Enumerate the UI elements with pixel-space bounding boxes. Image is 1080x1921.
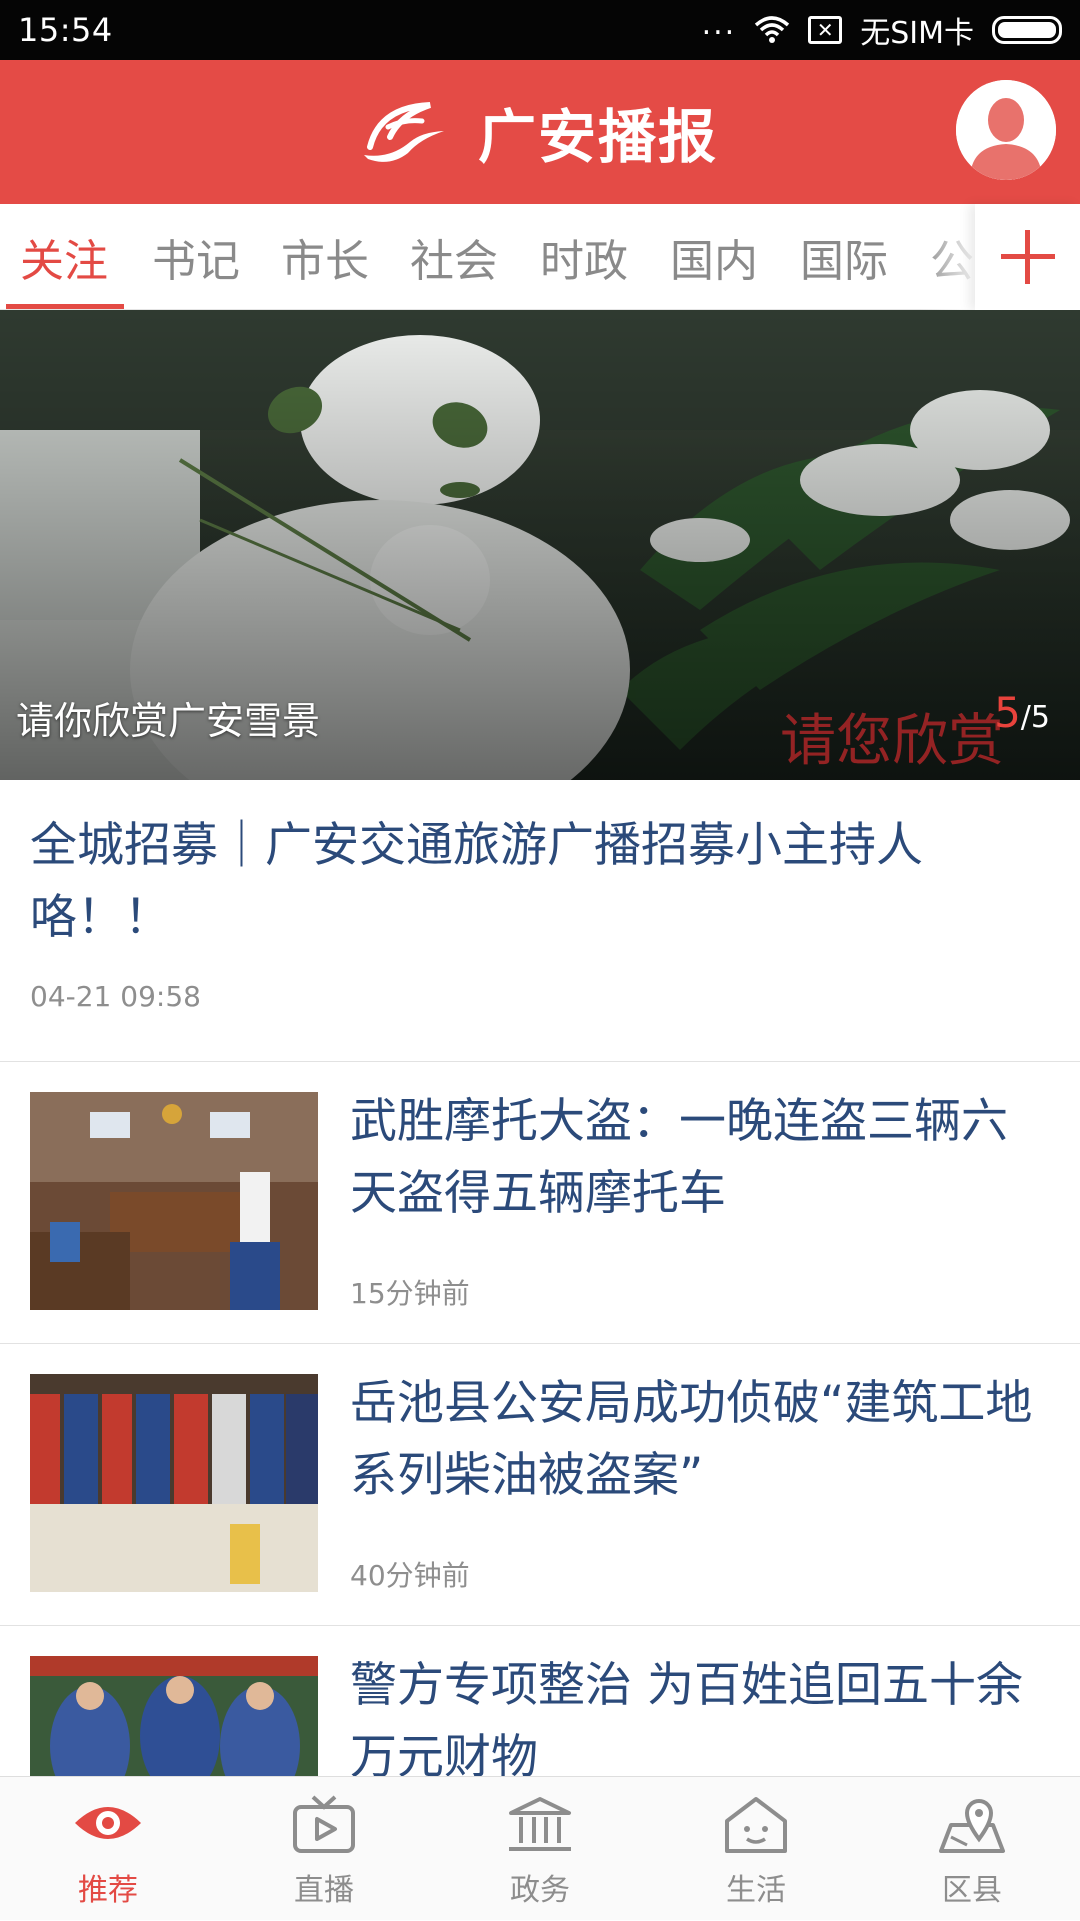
nav-label: 推荐 bbox=[78, 1873, 138, 1908]
list-item[interactable]: 警方专项整治 为百姓追回五十余万元财物 bbox=[0, 1626, 1080, 1776]
nav-label: 生活 bbox=[726, 1873, 786, 1908]
banner-counter-total: /5 bbox=[1020, 700, 1050, 735]
app-title: 广安播报 bbox=[478, 103, 719, 171]
list-item[interactable]: 岳池县公安局成功侦破“建筑工地系列柴油被盗案” 40分钟前 bbox=[0, 1344, 1080, 1626]
nav-zhengwu[interactable]: 政务 bbox=[432, 1777, 648, 1921]
government-building-icon bbox=[509, 1797, 571, 1851]
add-category-button[interactable] bbox=[975, 204, 1080, 310]
banner-watermark: 请您欣赏 bbox=[780, 709, 1004, 774]
swoosh-logo bbox=[364, 102, 444, 162]
feature-article[interactable]: 全城招募｜广安交通旅游广播招募小主持人咯！！ 04-21 09:58 bbox=[0, 780, 1080, 1062]
nav-quxian[interactable]: 区县 bbox=[864, 1777, 1080, 1921]
nav-zhibo[interactable]: 直播 bbox=[216, 1777, 432, 1921]
active-tab-indicator bbox=[6, 304, 124, 309]
nav-shenghuo[interactable]: 生活 bbox=[648, 1777, 864, 1921]
tab-guanzhu[interactable]: 关注 bbox=[20, 204, 108, 310]
user-avatar-icon[interactable] bbox=[956, 80, 1056, 180]
no-sim-icon: ✕ bbox=[808, 16, 843, 44]
news-title: 警方专项整治 为百姓追回五十余万元财物 bbox=[350, 1658, 1023, 1776]
more-dots-icon: ... bbox=[701, 6, 737, 42]
news-time: 15分钟前 bbox=[350, 1277, 470, 1310]
feature-title: 全城招募｜广安交通旅游广播招募小主持人咯！！ bbox=[30, 818, 923, 945]
brand: 广安播报 bbox=[360, 86, 718, 178]
status-icons: ... ✕ 无SIM卡 bbox=[701, 6, 1062, 52]
battery-icon bbox=[992, 16, 1062, 44]
map-pin-icon bbox=[939, 1799, 1005, 1853]
tab-guonei[interactable]: 国内 bbox=[670, 204, 758, 310]
news-title: 武胜摩托大盗：一晚连盗三辆六天盗得五辆摩托车 bbox=[350, 1094, 1008, 1221]
sim-status: 无SIM卡 bbox=[860, 16, 974, 51]
bottom-nav: 推荐 直播 政务 生活 区县 bbox=[0, 1776, 1080, 1920]
nav-label: 政务 bbox=[510, 1873, 570, 1908]
category-tabs: 关注 书记 市长 社会 时政 国内 国际 公 bbox=[0, 204, 1080, 310]
nav-tuijian[interactable]: 推荐 bbox=[0, 1777, 216, 1921]
tab-shizhang[interactable]: 市长 bbox=[281, 204, 369, 310]
plus-icon bbox=[1001, 230, 1055, 284]
status-time: 15:54 bbox=[18, 11, 113, 49]
news-thumbnail bbox=[30, 1374, 318, 1592]
list-item[interactable]: 武胜摩托大盗：一晚连盗三辆六天盗得五辆摩托车 15分钟前 bbox=[0, 1062, 1080, 1344]
home-face-icon bbox=[725, 1797, 787, 1853]
news-time: 40分钟前 bbox=[350, 1559, 470, 1592]
app-header: 广安播报 bbox=[0, 60, 1080, 204]
tab-guoji[interactable]: 国际 bbox=[800, 204, 888, 310]
banner-counter-current: 5 bbox=[994, 688, 1021, 737]
news-thumbnail bbox=[30, 1656, 318, 1776]
nav-label: 区县 bbox=[942, 1873, 1002, 1908]
tv-play-icon bbox=[293, 1795, 355, 1853]
banner-counter: 5/5 bbox=[994, 688, 1050, 737]
news-thumbnail bbox=[30, 1092, 318, 1310]
tab-shizheng[interactable]: 时政 bbox=[540, 204, 628, 310]
nav-label: 直播 bbox=[294, 1873, 354, 1908]
wifi-icon bbox=[755, 16, 790, 43]
eye-icon bbox=[75, 1807, 141, 1839]
feature-time: 04-21 09:58 bbox=[30, 980, 201, 1013]
tab-shuji[interactable]: 书记 bbox=[152, 204, 240, 310]
news-title: 岳池县公安局成功侦破“建筑工地系列柴油被盗案” bbox=[350, 1376, 1033, 1503]
banner-caption: 请你欣赏广安雪景 bbox=[16, 699, 321, 743]
tab-fade bbox=[920, 204, 980, 310]
tab-shehui[interactable]: 社会 bbox=[410, 204, 498, 310]
status-bar: 15:54 ... ✕ 无SIM卡 bbox=[0, 0, 1080, 60]
